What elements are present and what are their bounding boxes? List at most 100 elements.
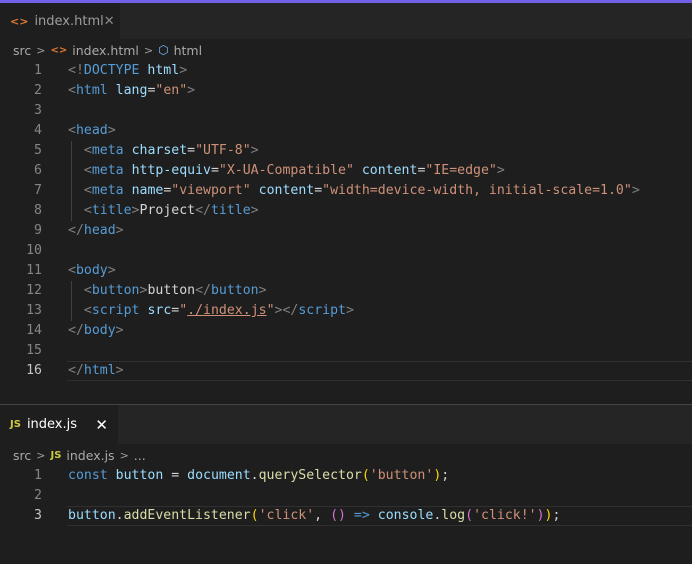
code-line[interactable]: 12 <button>button</button> xyxy=(0,281,692,301)
breadcrumb-item-file[interactable]: index.js xyxy=(66,448,114,463)
code-line[interactable]: 10 xyxy=(0,241,692,261)
tab-label: index.js xyxy=(26,417,78,432)
code-editor-js[interactable]: 1 const button = document.querySelector('… xyxy=(0,466,692,526)
breadcrumb-item-src[interactable]: src xyxy=(13,448,31,463)
code-line[interactable]: 11 <body> xyxy=(0,261,692,281)
code-token: http-equiv xyxy=(131,163,211,178)
line-number: 11 xyxy=(26,263,42,278)
code-token: title xyxy=(210,203,251,218)
close-icon[interactable]: ✕ xyxy=(104,14,115,29)
code-token: => xyxy=(353,508,370,523)
html-file-icon: <> xyxy=(50,44,68,56)
editor-group-js: JS index.js ✕ src > JS index.js > ... 1 c… xyxy=(0,404,692,564)
breadcrumb: src > JS index.js > ... xyxy=(0,444,692,466)
breadcrumb-item-src[interactable]: src xyxy=(13,43,31,58)
code-line[interactable]: 2 xyxy=(0,486,692,506)
code-token: name xyxy=(131,183,164,198)
code-line[interactable]: 3 button.addEventListener('click', () => … xyxy=(0,506,692,526)
js-file-icon: JS xyxy=(10,419,21,430)
code-token: > xyxy=(107,263,116,278)
code-token: 'click!' xyxy=(473,508,537,523)
code-line[interactable]: 15 xyxy=(0,341,692,361)
code-token: src xyxy=(147,303,172,318)
code-line[interactable]: 5 <meta charset="UTF-8"> xyxy=(0,141,692,161)
code-token: > xyxy=(346,303,354,318)
code-token: 'click' xyxy=(258,508,315,523)
code-token: ( xyxy=(361,468,370,483)
code-text: const button = document.querySelector('b… xyxy=(68,466,449,486)
code-token: button xyxy=(210,283,259,298)
code-token: = xyxy=(163,468,188,483)
code-token: Project xyxy=(139,203,196,218)
code-token: "width=device-width, initial-scale=1.0" xyxy=(322,183,632,198)
code-token: addEventListener xyxy=(123,508,251,523)
code-token: "IE=edge" xyxy=(425,163,497,178)
code-token: html xyxy=(75,83,108,98)
line-number: 13 xyxy=(26,303,42,318)
code-token: > xyxy=(250,203,259,218)
js-file-icon: JS xyxy=(50,449,62,461)
code-token: > xyxy=(115,363,124,378)
code-line[interactable]: 1 <!DOCTYPE html> xyxy=(0,61,692,81)
code-token: </ xyxy=(68,363,84,378)
breadcrumb-item-file[interactable]: index.html xyxy=(72,43,139,58)
code-line[interactable]: 3 xyxy=(0,101,692,121)
line-number: 12 xyxy=(26,283,42,298)
code-line[interactable]: 9 </head> xyxy=(0,221,692,241)
line-number: 1 xyxy=(34,468,42,483)
code-token: ; xyxy=(441,468,450,483)
html-file-icon: <> xyxy=(10,14,29,28)
code-token: "UTF-8" xyxy=(195,143,251,158)
code-token: = xyxy=(314,183,323,198)
code-line[interactable]: 7 <meta name="viewport" content="width=d… xyxy=(0,181,692,201)
code-line[interactable]: 6 <meta http-equiv="X-UA-Compatible" con… xyxy=(0,161,692,181)
line-number: 3 xyxy=(34,508,42,523)
code-token: button xyxy=(115,468,164,483)
code-token: ./index.js xyxy=(187,303,267,318)
code-line[interactable]: 4 <head> xyxy=(0,121,692,141)
code-line[interactable]: 13 <script src="./index.js"></script> xyxy=(0,301,692,321)
code-line[interactable]: 2 <html lang="en"> xyxy=(0,81,692,101)
code-line[interactable]: 14 </body> xyxy=(0,321,692,341)
code-line[interactable]: 8 <title>Project</title> xyxy=(0,201,692,221)
code-text: <html lang="en"> xyxy=(68,81,195,101)
code-token: "en" xyxy=(155,83,188,98)
code-token: button xyxy=(91,283,140,298)
line-number: 2 xyxy=(34,488,42,503)
code-line[interactable]: 1 const button = document.querySelector('… xyxy=(0,466,692,486)
breadcrumb-item-symbol[interactable]: ... xyxy=(134,448,146,463)
tab-index-html[interactable]: <> index.html ✕ xyxy=(0,3,120,39)
code-token: <! xyxy=(68,63,84,78)
cube-icon: ⬡ xyxy=(158,43,169,57)
code-text: <meta charset="UTF-8"> xyxy=(68,141,259,161)
code-token: > xyxy=(107,123,116,138)
code-text: <meta name="viewport" content="width=dev… xyxy=(68,181,640,201)
code-token: < xyxy=(83,183,92,198)
code-token: </ xyxy=(195,203,211,218)
code-token: , xyxy=(314,508,331,523)
code-token: html xyxy=(147,63,180,78)
chevron-right-icon: > xyxy=(143,43,154,57)
line-number: 4 xyxy=(34,123,42,138)
line-number: 1 xyxy=(34,63,42,78)
code-token: </ xyxy=(68,323,84,338)
breadcrumb-item-symbol[interactable]: html xyxy=(174,43,202,58)
code-editor-html[interactable]: 1 <!DOCTYPE html> 2 <html lang="en"> 3 4 <head… xyxy=(0,61,692,381)
code-line[interactable]: 16 </html> xyxy=(0,361,692,381)
code-text: <title>Project</title> xyxy=(68,201,259,221)
code-token: ( xyxy=(250,508,259,523)
close-icon[interactable]: ✕ xyxy=(95,416,108,434)
breadcrumb: src > <> index.html > ⬡ html xyxy=(0,39,692,61)
tab-index-js[interactable]: JS index.js ✕ xyxy=(0,405,118,444)
line-number: 15 xyxy=(26,343,42,358)
code-token: . xyxy=(115,508,124,523)
